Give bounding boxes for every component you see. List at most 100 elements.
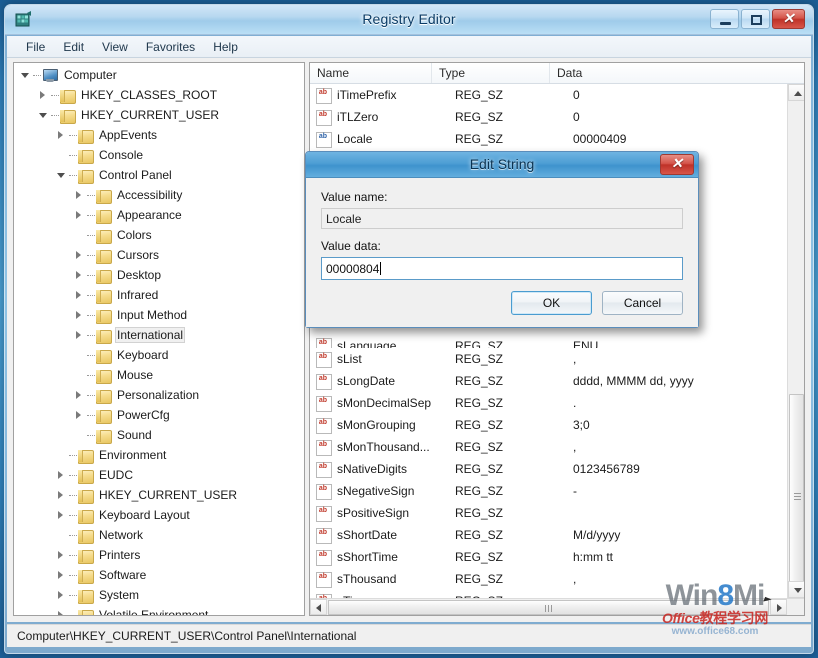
expander-closed-icon[interactable] [56,490,67,501]
tree-node-desktop[interactable]: Desktop [14,265,304,285]
table-row[interactable]: abLocaleREG_SZ00000409 [310,128,787,150]
column-header-type[interactable]: Type [432,63,550,83]
tree-node-appevents[interactable]: AppEvents [14,125,304,145]
expander-closed-icon[interactable] [56,550,67,561]
menu-item-favorites[interactable]: Favorites [137,38,204,56]
column-header-name[interactable]: Name [310,63,432,83]
expander-closed-icon[interactable] [74,190,85,201]
table-row[interactable]: absShortDateREG_SZM/d/yyyy [310,524,787,546]
value-name-input[interactable] [321,208,683,229]
scroll-left-button[interactable] [310,599,327,615]
maximize-button[interactable] [741,9,770,29]
registry-values-pane[interactable]: Name Type Data abiTimePrefixREG_SZ0abiTL… [309,62,805,616]
tree-node-label: Appearance [115,208,184,222]
tree-node-hkey-current-user[interactable]: HKEY_CURRENT_USER [14,105,304,125]
expander-closed-icon[interactable] [56,470,67,481]
tree-node-computer[interactable]: Computer [14,65,304,85]
table-row[interactable]: abiTLZeroREG_SZ0 [310,106,787,128]
expander-closed-icon[interactable] [74,330,85,341]
table-row[interactable]: absListREG_SZ, [310,348,787,370]
table-row[interactable]: absNegativeSignREG_SZ- [310,480,787,502]
registry-tree-pane[interactable]: ComputerHKEY_CLASSES_ROOTHKEY_CURRENT_US… [13,62,305,616]
expander-closed-icon[interactable] [56,590,67,601]
tree-connector [87,295,95,296]
status-path: Computer\HKEY_CURRENT_USER\Control Panel… [17,629,356,643]
table-row[interactable]: absMonGroupingREG_SZ3;0 [310,414,787,436]
tree-node-colors[interactable]: Colors [14,225,304,245]
expander-closed-icon[interactable] [74,390,85,401]
expander-closed-icon[interactable] [74,210,85,221]
scroll-right-button[interactable] [770,599,787,615]
tree-node-keyboard-layout[interactable]: Keyboard Layout [14,505,304,525]
tree-node-hkey-classes-root[interactable]: HKEY_CLASSES_ROOT [14,85,304,105]
expander-closed-icon[interactable] [74,250,85,261]
tree-node-appearance[interactable]: Appearance [14,205,304,225]
list-horizontal-scrollbar[interactable] [310,598,804,615]
expander-closed-icon[interactable] [56,610,67,617]
tree-node-hkey-current-user[interactable]: HKEY_CURRENT_USER [14,485,304,505]
table-row[interactable]: abiTimePrefixREG_SZ0 [310,84,787,106]
table-row[interactable]: absMonDecimalSepREG_SZ. [310,392,787,414]
close-button[interactable]: ✕ [772,9,805,29]
tree-node-accessibility[interactable]: Accessibility [14,185,304,205]
tree-node-mouse[interactable]: Mouse [14,365,304,385]
horizontal-scrollbar-thumb[interactable] [328,600,769,615]
menu-item-view[interactable]: View [93,38,137,56]
expander-closed-icon[interactable] [56,570,67,581]
ok-button[interactable]: OK [511,291,592,315]
tree-node-control-panel[interactable]: Control Panel [14,165,304,185]
value-data-input[interactable] [322,258,682,279]
expander-closed-icon[interactable] [74,270,85,281]
table-row[interactable]: absLanguageREG_SZENU [310,337,787,348]
tree-node-volatile-environment[interactable]: Volatile Environment [14,605,304,616]
expander-open-icon[interactable] [38,110,49,121]
minimize-button[interactable] [710,9,739,29]
cell-data: M/d/yyyy [566,528,787,542]
vertical-scrollbar-thumb[interactable] [789,394,804,599]
tree-node-network[interactable]: Network [14,525,304,545]
tree-node-personalization[interactable]: Personalization [14,385,304,405]
tree-node-printers[interactable]: Printers [14,545,304,565]
tree-node-powercfg[interactable]: PowerCfg [14,405,304,425]
menu-item-file[interactable]: File [17,38,54,56]
tree-node-environment[interactable]: Environment [14,445,304,465]
tree-node-software[interactable]: Software [14,565,304,585]
cancel-button[interactable]: Cancel [602,291,683,315]
table-row[interactable]: absMonThousand...REG_SZ, [310,436,787,458]
expander-closed-icon[interactable] [74,290,85,301]
tree-node-keyboard[interactable]: Keyboard [14,345,304,365]
tree-node-cursors[interactable]: Cursors [14,245,304,265]
expander-closed-icon[interactable] [74,410,85,421]
tree-node-input-method[interactable]: Input Method [14,305,304,325]
tree-node-eudc[interactable]: EUDC [14,465,304,485]
table-row[interactable]: absThousandREG_SZ, [310,568,787,590]
expander-closed-icon[interactable] [56,510,67,521]
expander-closed-icon[interactable] [38,90,49,101]
expander-closed-icon[interactable] [74,310,85,321]
tree-node-sound[interactable]: Sound [14,425,304,445]
tree-node-international[interactable]: International [14,325,304,345]
tree-node-label: AppEvents [97,128,159,142]
tree-node-console[interactable]: Console [14,145,304,165]
column-header-data[interactable]: Data [550,63,804,83]
scroll-up-button[interactable] [788,84,805,101]
menu-bar: FileEditViewFavoritesHelp [7,36,811,58]
table-row[interactable]: absPositiveSignREG_SZ [310,502,787,524]
list-vertical-scrollbar[interactable] [787,84,804,598]
tree-node-system[interactable]: System [14,585,304,605]
menu-item-edit[interactable]: Edit [54,38,93,56]
expander-closed-icon[interactable] [56,130,67,141]
table-row[interactable]: absTimeREG_SZ: [310,590,787,598]
string-value-icon: ab [316,88,332,103]
value-data-field[interactable] [321,257,683,280]
ab-glyph: ab [317,133,329,141]
expander-open-icon[interactable] [56,170,67,181]
expander-open-icon[interactable] [20,70,31,81]
scroll-down-button[interactable] [788,581,805,598]
table-row[interactable]: absShortTimeREG_SZh:mm tt [310,546,787,568]
dialog-close-button[interactable]: ✕ [660,154,694,175]
table-row[interactable]: absNativeDigitsREG_SZ0123456789 [310,458,787,480]
table-row[interactable]: absLongDateREG_SZdddd, MMMM dd, yyyy [310,370,787,392]
tree-node-infrared[interactable]: Infrared [14,285,304,305]
menu-item-help[interactable]: Help [204,38,247,56]
